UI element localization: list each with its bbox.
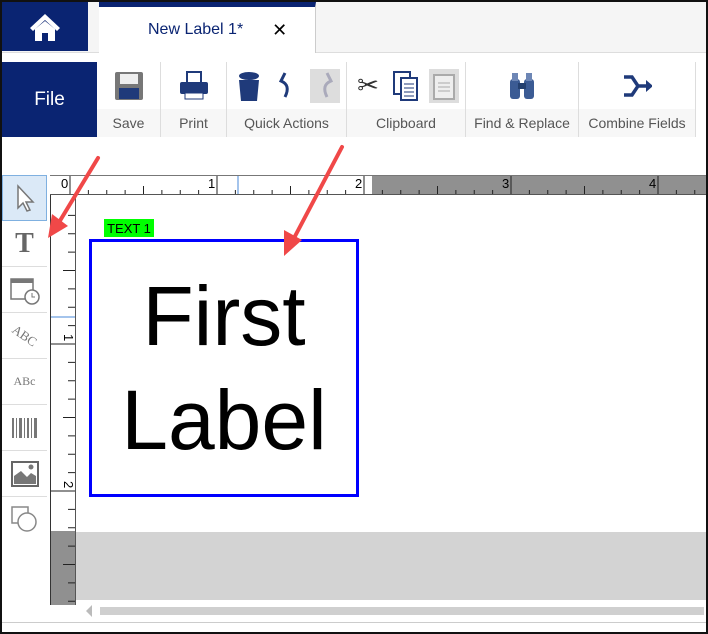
text-line-1: First bbox=[142, 269, 306, 363]
ruler-label: 1 bbox=[61, 334, 76, 341]
shape-icon bbox=[10, 506, 37, 532]
home-button[interactable] bbox=[2, 2, 88, 51]
ruler-label: 3 bbox=[502, 176, 509, 191]
scroll-left-arrow[interactable] bbox=[86, 605, 92, 617]
text-icon: T bbox=[15, 227, 34, 259]
ruler-label: 4 bbox=[649, 176, 656, 191]
delete-icon[interactable] bbox=[234, 69, 264, 103]
cut-icon[interactable]: ✂ bbox=[353, 69, 383, 103]
save-icon bbox=[114, 69, 144, 103]
pointer-icon bbox=[16, 184, 35, 212]
tab-new-label[interactable]: New Label 1* ✕ bbox=[99, 2, 316, 53]
paste-icon[interactable] bbox=[429, 68, 459, 103]
undo-icon[interactable] bbox=[272, 69, 302, 103]
save-button[interactable]: Save bbox=[97, 62, 161, 137]
arc-text-icon: ABC bbox=[9, 321, 41, 349]
select-tool[interactable] bbox=[2, 175, 47, 221]
barcode-tool[interactable] bbox=[2, 405, 47, 451]
calendar-clock-icon bbox=[9, 277, 40, 305]
print-icon bbox=[179, 69, 209, 103]
print-button[interactable]: Print bbox=[161, 62, 227, 137]
home-icon bbox=[30, 13, 60, 41]
copy-icon[interactable] bbox=[391, 69, 421, 103]
shape-tool[interactable] bbox=[2, 497, 47, 543]
find-replace-label: Find & Replace bbox=[466, 109, 578, 137]
horizontal-ruler: 0 1 2 3 4 bbox=[50, 175, 706, 195]
ruler-label: 1 bbox=[208, 176, 215, 191]
quick-actions-group: Quick Actions bbox=[227, 62, 347, 137]
tab-title: New Label 1* bbox=[148, 21, 244, 38]
ruler-outside-area bbox=[51, 531, 75, 605]
text-object-first-label[interactable]: First Label bbox=[89, 239, 359, 497]
ruler-label: 0 bbox=[61, 176, 68, 191]
canvas-margin bbox=[76, 532, 706, 600]
date-time-tool[interactable] bbox=[2, 267, 47, 313]
scrollbar-thumb[interactable] bbox=[100, 607, 704, 615]
combine-fields-button[interactable]: Combine Fields bbox=[579, 62, 696, 137]
image-icon bbox=[10, 460, 39, 487]
close-tab-button[interactable]: ✕ bbox=[272, 20, 287, 41]
combine-fields-label: Combine Fields bbox=[579, 109, 695, 137]
print-label: Print bbox=[161, 109, 226, 137]
combine-icon bbox=[622, 69, 652, 103]
image-tool[interactable] bbox=[2, 451, 47, 497]
arc-text-tool[interactable]: ABC bbox=[2, 313, 47, 359]
binoculars-icon bbox=[507, 69, 537, 103]
status-strip bbox=[2, 622, 706, 632]
save-label: Save bbox=[97, 109, 160, 137]
object-name-tag: TEXT 1 bbox=[104, 219, 154, 237]
vertical-ruler: 12 bbox=[50, 195, 76, 605]
barcode-icon bbox=[11, 417, 37, 438]
find-replace-button[interactable]: Find & Replace bbox=[466, 62, 579, 137]
clipboard-label: Clipboard bbox=[347, 109, 465, 137]
fit-text-tool[interactable]: ABc bbox=[2, 359, 47, 405]
ruler-label: 2 bbox=[61, 481, 76, 488]
ruler-label: 2 bbox=[355, 176, 362, 191]
clipboard-group: ✂ Clipboard bbox=[347, 62, 466, 137]
object-toolbar: T ABC ABc bbox=[2, 175, 49, 535]
fit-text-icon: ABc bbox=[13, 374, 36, 388]
text-line-2: Label bbox=[121, 373, 327, 467]
redo-icon[interactable] bbox=[309, 68, 340, 103]
text-tool[interactable]: T bbox=[2, 221, 47, 267]
quick-actions-label: Quick Actions bbox=[227, 109, 346, 137]
file-button[interactable]: File bbox=[2, 62, 97, 137]
